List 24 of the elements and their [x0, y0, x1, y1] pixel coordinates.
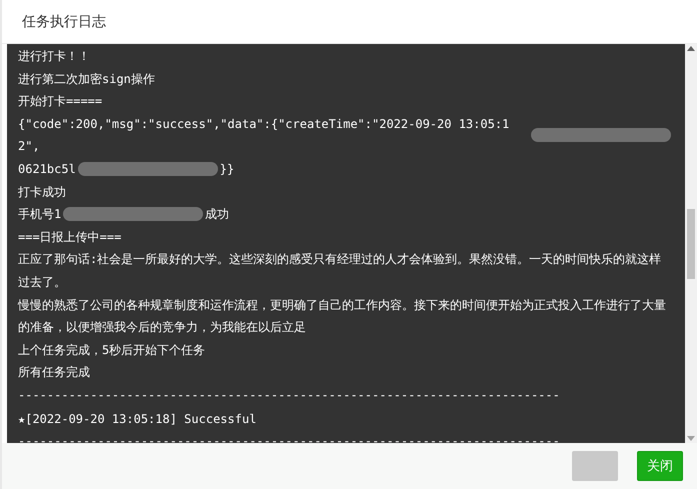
scroll-up-icon[interactable]: [687, 46, 695, 51]
close-button[interactable]: 关闭: [637, 451, 683, 481]
log-text: {"code":200,"msg":"success","data":{"createTime":"2022-09-20 13:05:12",: [18, 116, 510, 156]
log-line: 打卡成功: [18, 184, 67, 201]
scrollbar-thumb[interactable]: [687, 208, 695, 278]
dialog-button[interactable]: [572, 451, 618, 481]
separator-line: ---------------------------------------------------------------------------: [18, 386, 561, 404]
log-line: 所有任务完成: [18, 364, 91, 382]
window-title: 任务执行日志: [22, 12, 106, 31]
log-line: 进行第二次加密sign操作: [18, 70, 156, 88]
log-text: 手机号1: [18, 206, 62, 224]
result-line: ★[2022-09-20 13:05:18] Successful: [18, 410, 258, 428]
log-line: 开始打卡=====: [18, 93, 104, 110]
log-text: 0621bc5l: [18, 160, 76, 178]
log-line: ===日报上传中===: [18, 228, 122, 246]
log-line: 正应了那句话:社会是一所最好的大学。这些深刻的感受只有经理过的人才会体验到。果然没错。一天的时间快乐的就这样过去了。: [18, 251, 662, 291]
log-text: }}: [220, 160, 234, 178]
log-line: 上个任务完成，5秒后开始下个任务: [18, 342, 206, 359]
log-text: 成功: [205, 206, 230, 224]
log-line: 进行打卡！！: [18, 48, 91, 65]
separator-line: ---------------------------------------------------------------------------: [18, 433, 561, 450]
scroll-down-icon[interactable]: [687, 436, 695, 441]
scrollbar[interactable]: [685, 44, 697, 443]
log-line: 慢慢的熟悉了公司的各种规章制度和运作流程，更明确了自己的工作内容。接下来的时间便开始为正式投入工作进行了大量的准备，以便增强我今后的竞争力，为我能在以后立足: [18, 296, 667, 336]
